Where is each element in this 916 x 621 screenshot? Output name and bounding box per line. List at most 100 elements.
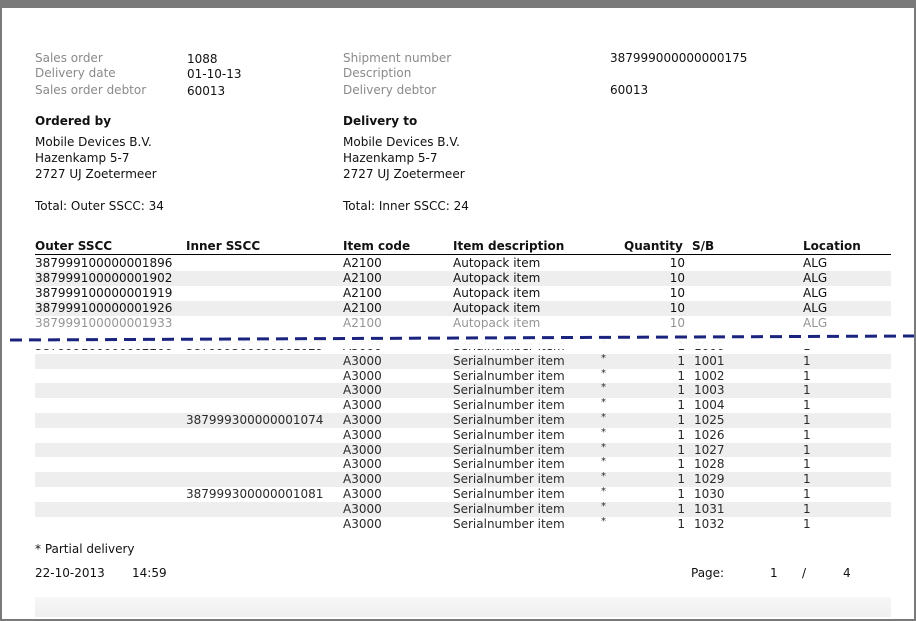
table-row: A3000 Serialnumber item * 1 1026 1 bbox=[35, 426, 891, 443]
cell-star: * bbox=[601, 412, 606, 423]
cell-inner: 387999300000001081 bbox=[186, 487, 324, 501]
cell-qty: 1 bbox=[677, 501, 685, 516]
cell-desc: Autopack item bbox=[453, 286, 541, 300]
cell-desc: Autopack item bbox=[453, 271, 541, 285]
table-row: A3000 Serialnumber item * 1 1028 1 bbox=[35, 456, 891, 472]
col-header-inner-sscc: Inner SSCC bbox=[186, 239, 261, 253]
cell-code: A3000 bbox=[343, 442, 382, 457]
cell-loc: ALG bbox=[803, 286, 828, 300]
ordered-by-street: Hazenkamp 5-7 bbox=[35, 151, 130, 165]
cell-qty: 1 bbox=[677, 427, 685, 442]
cell-code: A3000 bbox=[343, 427, 382, 442]
cell-code: A3000 bbox=[343, 516, 382, 531]
col-header-outer-sscc: Outer SSCC bbox=[35, 239, 113, 253]
cell-code: A3000 bbox=[343, 457, 382, 472]
cell-qty: 10 bbox=[669, 301, 685, 315]
col-header-quantity: Quantity bbox=[624, 239, 683, 253]
print-date: 22-10-2013 bbox=[35, 566, 105, 580]
cell-code: A2100 bbox=[343, 301, 382, 315]
cell-qty: 1 bbox=[677, 442, 685, 457]
description-label: Description bbox=[343, 66, 412, 80]
cell-code: A3000 bbox=[343, 368, 382, 383]
cell-loc: 1 bbox=[803, 501, 811, 516]
cell-desc: Serialnumber item bbox=[453, 427, 565, 442]
total-outer-sscc: Total: Outer SSCC: 34 bbox=[35, 199, 164, 213]
table-row: A3000 Serialnumber item * 1 1029 1 bbox=[35, 471, 891, 487]
total-inner-sscc: Total: Inner SSCC: 24 bbox=[343, 199, 469, 213]
cell-sb: 1025 bbox=[694, 413, 725, 427]
cell-code: A3000 bbox=[343, 413, 382, 427]
ordered-by-title: Ordered by bbox=[35, 114, 112, 128]
page-label: Page: bbox=[691, 566, 725, 580]
table-row: A3000 Serialnumber item * 1 1002 1 bbox=[35, 367, 891, 384]
cell-qty: 1 bbox=[677, 472, 685, 487]
cell-loc: 1 bbox=[803, 427, 811, 442]
delivery-date-label: Delivery date bbox=[35, 66, 116, 80]
cell-star: * bbox=[601, 456, 606, 468]
cell-code: A3000 bbox=[343, 501, 382, 516]
cell-code: A2100 bbox=[343, 256, 382, 270]
cell-desc: Serialnumber item bbox=[453, 413, 565, 427]
cell-desc: Autopack item bbox=[453, 256, 541, 270]
cell-star: * bbox=[601, 397, 606, 409]
ordered-by-city: 2727 UJ Zoetermeer bbox=[35, 167, 157, 181]
delivery-date-value: 01-10-13 bbox=[187, 67, 242, 81]
cell-sb: 1032 bbox=[694, 516, 725, 531]
cell-desc: Serialnumber item bbox=[453, 442, 565, 457]
cell-outer: 387999100000001896 bbox=[35, 256, 173, 270]
cell-outer: 387999100000001919 bbox=[35, 286, 173, 300]
table-row: 387999100000001896 A2100 Autopack item 10 AL… bbox=[35, 256, 891, 271]
cell-qty: 1 bbox=[677, 383, 685, 398]
cell-star: * bbox=[601, 382, 606, 394]
col-header-location: Location bbox=[803, 239, 861, 253]
col-header-item-code: Item code bbox=[343, 239, 411, 253]
cell-desc: Serialnumber item bbox=[453, 472, 565, 487]
cell-qty: 1 bbox=[677, 368, 685, 383]
cell-qty: 10 bbox=[669, 271, 685, 285]
cell-desc: Serialnumber item bbox=[453, 383, 565, 398]
cell-code: A3000 bbox=[343, 487, 382, 501]
cell-outer: 387999100000001902 bbox=[35, 271, 173, 285]
cell-star: * bbox=[601, 486, 606, 497]
delivery-to-city: 2727 UJ Zoetermeer bbox=[343, 167, 465, 181]
cell-qty: 1 bbox=[677, 457, 685, 472]
cell-code: A3000 bbox=[343, 383, 382, 398]
cell-sb: 1002 bbox=[694, 368, 725, 383]
cell-loc: ALG bbox=[803, 271, 828, 285]
cell-loc: 1 bbox=[803, 413, 811, 427]
cell-desc: Serialnumber item bbox=[453, 353, 565, 368]
cell-sb: 1003 bbox=[694, 383, 725, 398]
cell-star: * bbox=[601, 352, 606, 364]
cell-loc: 1 bbox=[803, 516, 811, 531]
table-row: 387999100000001919 A2100 Autopack item 10 AL… bbox=[35, 286, 891, 301]
table-row: 387999300000001074 A3000 Serialnumber item… bbox=[35, 412, 891, 428]
cell-star: * bbox=[601, 426, 606, 438]
table-row: A3000 Serialnumber item * 1 1004 1 bbox=[35, 397, 891, 413]
cell-desc: Serialnumber item bbox=[453, 398, 565, 413]
table-row: A3000 Serialnumber item * 1 1032 1 bbox=[35, 516, 891, 532]
delivery-to-street: Hazenkamp 5-7 bbox=[343, 151, 438, 165]
cell-inner: 387999300000001074 bbox=[186, 413, 324, 427]
cut-line bbox=[9, 334, 914, 342]
col-header-sb: S/B bbox=[692, 239, 715, 253]
cell-sb: 1001 bbox=[694, 353, 725, 368]
cell-star: * bbox=[601, 367, 606, 379]
cell-loc: ALG bbox=[803, 256, 828, 270]
print-time: 14:59 bbox=[132, 566, 167, 580]
cell-sb: 1004 bbox=[694, 398, 725, 413]
cell-star: * bbox=[601, 500, 606, 512]
cell-code: A3000 bbox=[343, 472, 382, 487]
table-row: 387999100000001926 A2100 Autopack item 10 AL… bbox=[35, 301, 891, 316]
table-row: 387999300000001081 A3000 Serialnumber item… bbox=[35, 486, 891, 502]
packing-slip-page: Sales order 1088 Delivery date 01-10-13 … bbox=[2, 8, 914, 619]
shipment-number-value: 387999000000000175 bbox=[610, 51, 748, 65]
table-row: A3000 Serialnumber item * 1 1027 1 bbox=[35, 442, 891, 458]
cell-loc: 1 bbox=[803, 472, 811, 487]
cell-sb: 1026 bbox=[694, 427, 725, 442]
cell-desc: Serialnumber item bbox=[453, 501, 565, 516]
cell-desc: Serialnumber item bbox=[453, 487, 565, 501]
cell-loc: ALG bbox=[803, 301, 828, 315]
cell-loc: 1 bbox=[803, 487, 811, 501]
table-row: A3000 Serialnumber item * 1 1001 1 bbox=[35, 352, 891, 369]
delivery-debtor-value: 60013 bbox=[610, 83, 649, 97]
